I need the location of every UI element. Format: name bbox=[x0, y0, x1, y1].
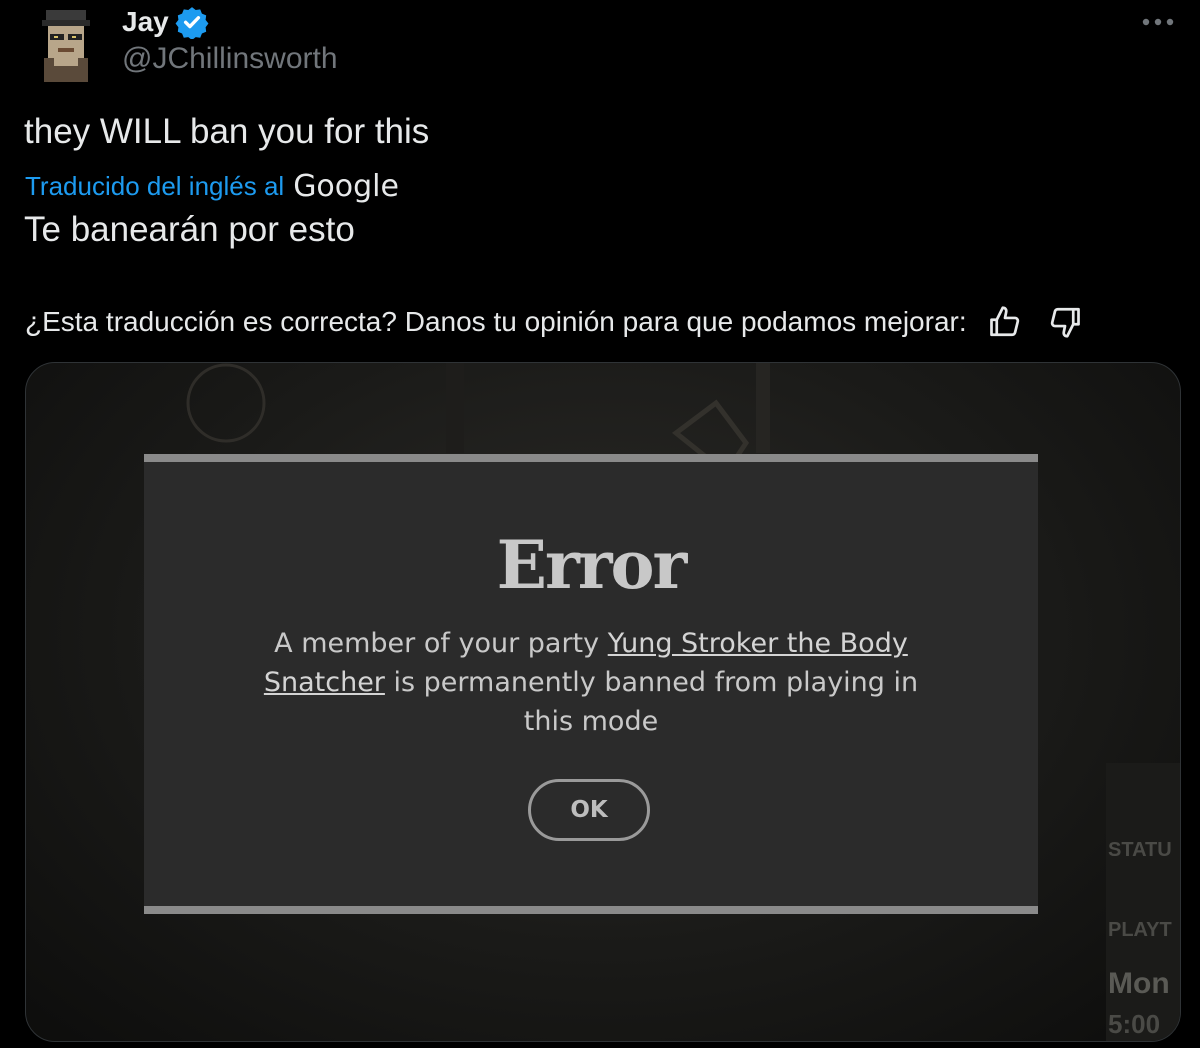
avatar[interactable] bbox=[36, 10, 98, 82]
playtime-label: PLAYT bbox=[1108, 919, 1172, 941]
verified-badge-icon bbox=[175, 7, 209, 39]
playtime-time: 5:00 bbox=[1108, 1009, 1161, 1039]
translated-from-link[interactable]: Traducido del inglés al bbox=[25, 171, 284, 202]
error-dialog: Error A member of your party Yung Stroke… bbox=[144, 454, 1038, 914]
thumbs-up-icon[interactable] bbox=[987, 304, 1023, 340]
dialog-message: A member of your party Yung Stroker the … bbox=[244, 624, 938, 741]
translation-attribution: Traducido del inglés al Google bbox=[25, 166, 399, 206]
author-handle[interactable]: @JChillinsworth bbox=[122, 42, 338, 76]
pixel-avatar-icon bbox=[42, 10, 90, 82]
google-logo: Google bbox=[293, 168, 399, 204]
tweet-original-text: they WILL ban you for this bbox=[24, 112, 430, 151]
status-label: STATU bbox=[1108, 839, 1172, 861]
message-before: A member of your party bbox=[274, 628, 608, 659]
playtime-day: Mon bbox=[1108, 967, 1170, 1000]
author-display-name[interactable]: Jay bbox=[122, 6, 169, 38]
tweet-translated-text: Te banearán por esto bbox=[24, 210, 355, 249]
message-after: is permanently banned from playing in th… bbox=[384, 667, 919, 737]
more-options-button[interactable] bbox=[1138, 8, 1178, 36]
translation-feedback: ¿Esta traducción es correcta? Danos tu o… bbox=[25, 302, 1083, 342]
ok-button[interactable]: OK bbox=[528, 779, 650, 841]
dialog-title: Error bbox=[496, 526, 688, 604]
author-name-row[interactable]: Jay bbox=[122, 2, 209, 42]
tweet-media-image[interactable]: STATU PLAYT Mon 5:00 Error A member of y… bbox=[25, 362, 1181, 1042]
feedback-question: ¿Esta traducción es correcta? Danos tu o… bbox=[25, 306, 967, 337]
thumbs-down-icon[interactable] bbox=[1047, 304, 1083, 340]
more-options-icon bbox=[1142, 18, 1174, 26]
